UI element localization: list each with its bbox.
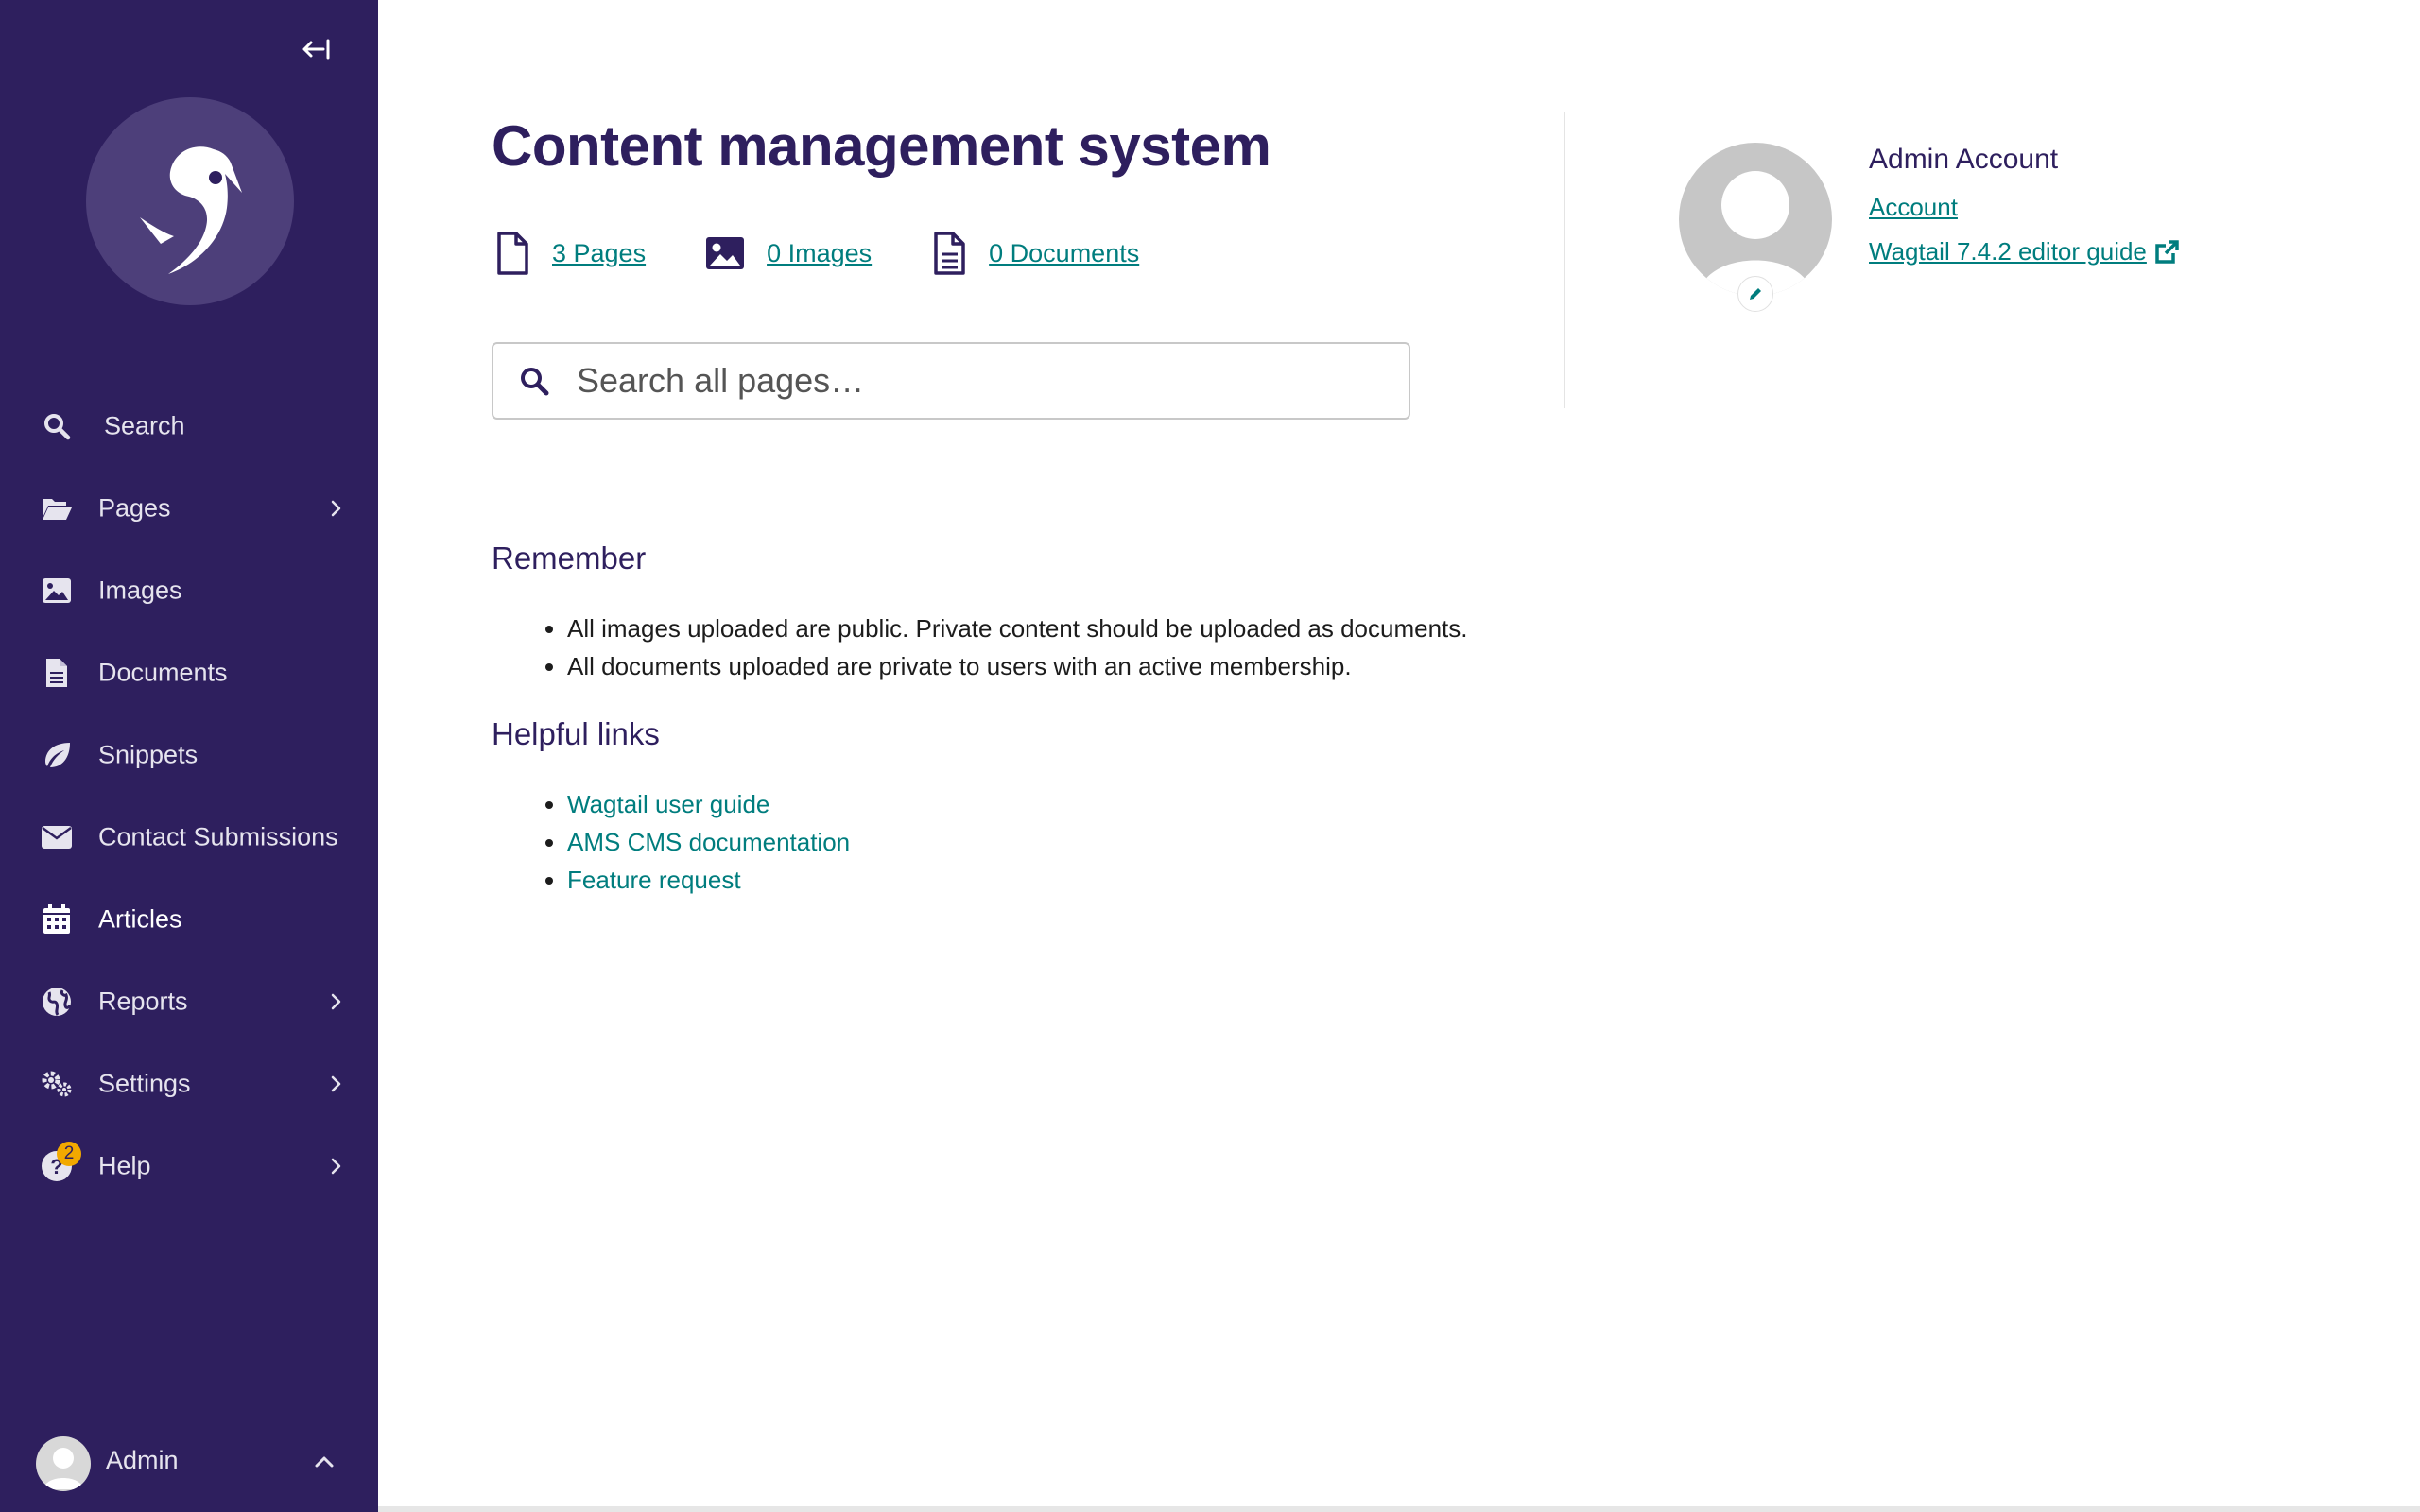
document-icon bbox=[934, 232, 965, 275]
summary-images[interactable]: 0 Images bbox=[704, 234, 872, 272]
main-content: Content management system 3 Pages 0 Imag… bbox=[378, 0, 2420, 1512]
page-search bbox=[492, 342, 1410, 420]
summary-documents-link[interactable]: 0 Documents bbox=[989, 239, 1139, 268]
document-icon bbox=[40, 656, 74, 690]
remember-list: All images uploaded are public. Private … bbox=[492, 610, 1468, 685]
collapse-left-icon bbox=[302, 39, 330, 60]
calendar-icon bbox=[40, 902, 74, 936]
sidebar-item-search[interactable]: Search bbox=[0, 385, 378, 467]
list-item: Feature request bbox=[567, 861, 850, 899]
image-icon bbox=[40, 574, 74, 608]
summary-pages-link[interactable]: 3 Pages bbox=[552, 239, 646, 268]
cms-documentation-link[interactable]: AMS CMS documentation bbox=[567, 828, 850, 856]
footer-border bbox=[378, 1506, 2420, 1512]
sidebar-item-label: Search bbox=[104, 411, 185, 439]
list-item: All documents uploaded are private to us… bbox=[567, 647, 1468, 685]
account-link[interactable]: Account bbox=[1869, 193, 1958, 222]
edit-avatar-button[interactable] bbox=[1737, 276, 1773, 312]
chevron-right-icon bbox=[331, 993, 341, 1009]
profile-name: Admin Account bbox=[1869, 144, 2059, 175]
page-icon bbox=[497, 232, 528, 275]
account-name: Admin bbox=[106, 1446, 179, 1474]
chevron-right-icon bbox=[331, 500, 341, 516]
sidebar-item-documents[interactable]: Documents bbox=[0, 631, 378, 713]
wagtail-user-guide-link[interactable]: Wagtail user guide bbox=[567, 790, 769, 818]
profile-avatar bbox=[1679, 143, 1832, 296]
chevron-right-icon bbox=[331, 1158, 341, 1174]
site-summary: 3 Pages 0 Images 0 Documents bbox=[492, 227, 1198, 280]
list-item: Wagtail user guide bbox=[567, 785, 850, 823]
search-input[interactable] bbox=[575, 360, 1392, 402]
sidebar-item-help[interactable]: ? 2 Help bbox=[0, 1125, 378, 1207]
sidebar: Search Pages Images Documents Snippets C… bbox=[0, 0, 378, 1512]
summary-pages[interactable]: 3 Pages bbox=[492, 231, 646, 276]
cogs-icon bbox=[40, 1067, 74, 1101]
sidebar-item-label: Documents bbox=[98, 658, 228, 686]
editor-guide-label: Wagtail 7.4.2 editor guide bbox=[1869, 237, 2147, 266]
help-badge: 2 bbox=[57, 1142, 81, 1166]
avatar bbox=[36, 1436, 91, 1491]
summary-images-link[interactable]: 0 Images bbox=[767, 239, 872, 268]
sidebar-item-label: Reports bbox=[98, 987, 188, 1015]
chevron-up-icon bbox=[315, 1456, 334, 1468]
sidebar-item-contact-submissions[interactable]: Contact Submissions bbox=[0, 796, 378, 878]
sidebar-item-articles[interactable]: Articles bbox=[0, 878, 378, 960]
sidebar-item-settings[interactable]: Settings bbox=[0, 1042, 378, 1125]
collapse-sidebar-button[interactable] bbox=[295, 32, 338, 66]
search-icon bbox=[40, 409, 74, 443]
sidebar-item-label: Articles bbox=[98, 904, 182, 933]
sidebar-item-reports[interactable]: Reports bbox=[0, 960, 378, 1042]
summary-documents[interactable]: 0 Documents bbox=[930, 231, 1139, 276]
feature-request-link[interactable]: Feature request bbox=[567, 866, 741, 894]
sidebar-item-label: Contact Submissions bbox=[98, 822, 338, 850]
list-item: All images uploaded are public. Private … bbox=[567, 610, 1468, 647]
pencil-icon bbox=[1750, 288, 1761, 300]
chevron-right-icon bbox=[331, 1075, 341, 1091]
remember-heading: Remember bbox=[492, 541, 647, 576]
sidebar-item-snippets[interactable]: Snippets bbox=[0, 713, 378, 796]
editor-guide-link[interactable]: Wagtail 7.4.2 editor guide bbox=[1869, 237, 2181, 266]
search-icon bbox=[521, 368, 549, 396]
external-link-icon bbox=[2155, 239, 2179, 264]
account-menu-toggle[interactable]: Admin bbox=[0, 1427, 378, 1493]
sidebar-item-label: Settings bbox=[98, 1069, 191, 1097]
image-icon bbox=[706, 237, 745, 269]
sidebar-item-label: Pages bbox=[98, 493, 171, 522]
envelope-icon bbox=[40, 820, 74, 854]
sidebar-item-label: Help bbox=[98, 1151, 151, 1179]
folder-open-icon bbox=[40, 491, 74, 525]
main-menu: Search Pages Images Documents Snippets C… bbox=[0, 385, 378, 1207]
sidebar-item-pages[interactable]: Pages bbox=[0, 467, 378, 549]
list-item: AMS CMS documentation bbox=[567, 823, 850, 861]
divider bbox=[1564, 112, 1565, 408]
wagtail-logo[interactable] bbox=[83, 94, 297, 308]
globe-icon bbox=[40, 985, 74, 1019]
snippet-icon bbox=[40, 738, 74, 772]
sidebar-item-label: Snippets bbox=[98, 740, 199, 768]
helpful-links-list: Wagtail user guide AMS CMS documentation… bbox=[492, 785, 850, 899]
sidebar-item-label: Images bbox=[98, 576, 182, 604]
helpful-links-heading: Helpful links bbox=[492, 716, 660, 751]
sidebar-item-images[interactable]: Images bbox=[0, 549, 378, 631]
page-title: Content management system bbox=[492, 114, 1271, 178]
